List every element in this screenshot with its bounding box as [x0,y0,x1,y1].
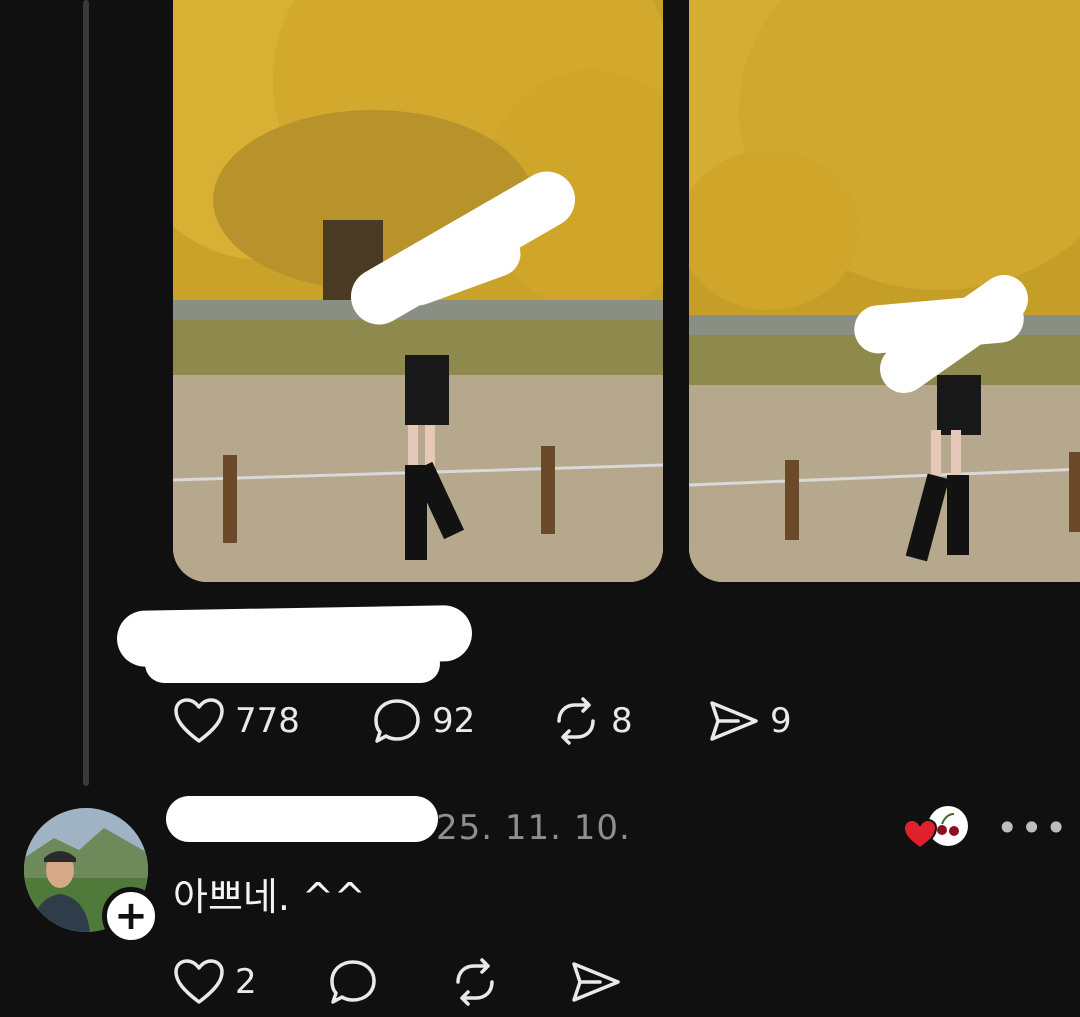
repost-icon [557,697,595,745]
cherry-heart-badge-icon [902,806,968,850]
send-icon [710,701,758,741]
heart-icon [174,959,224,1004]
repost-icon [456,958,494,1006]
reaction-badge[interactable] [902,804,974,852]
redacted-caption [145,645,440,683]
redacted-username[interactable] [166,796,438,842]
post-photo-1[interactable] [173,0,663,582]
send-icon [572,962,620,1002]
post-photo-2[interactable] [689,0,1080,582]
reply-like-button[interactable]: 2 [173,958,257,1006]
thread-line [83,0,89,786]
share-count: 9 [770,701,792,741]
reply-text: 아쁘네. ^^ [173,875,366,919]
follow-button[interactable]: + [102,887,160,945]
reply-repost-button[interactable] [450,958,500,1006]
like-count: 778 [235,701,300,741]
reply-date: 25. 11. 10. [436,808,631,848]
more-options-button[interactable]: ••• [996,806,1069,850]
share-button[interactable]: 9 [708,697,792,745]
repost-count: 8 [611,701,633,741]
reply-like-count: 2 [235,962,257,1002]
comment-bubble-icon [330,960,376,1004]
comment-bubble-icon [374,699,420,743]
like-button[interactable]: 778 [173,697,300,745]
repost-button[interactable]: 8 [551,697,633,745]
comment-count: 92 [432,701,476,741]
reply-share-button[interactable] [570,958,622,1006]
heart-icon [174,698,224,743]
reply-comment-button[interactable] [328,958,378,1006]
comment-button[interactable]: 92 [372,697,475,745]
